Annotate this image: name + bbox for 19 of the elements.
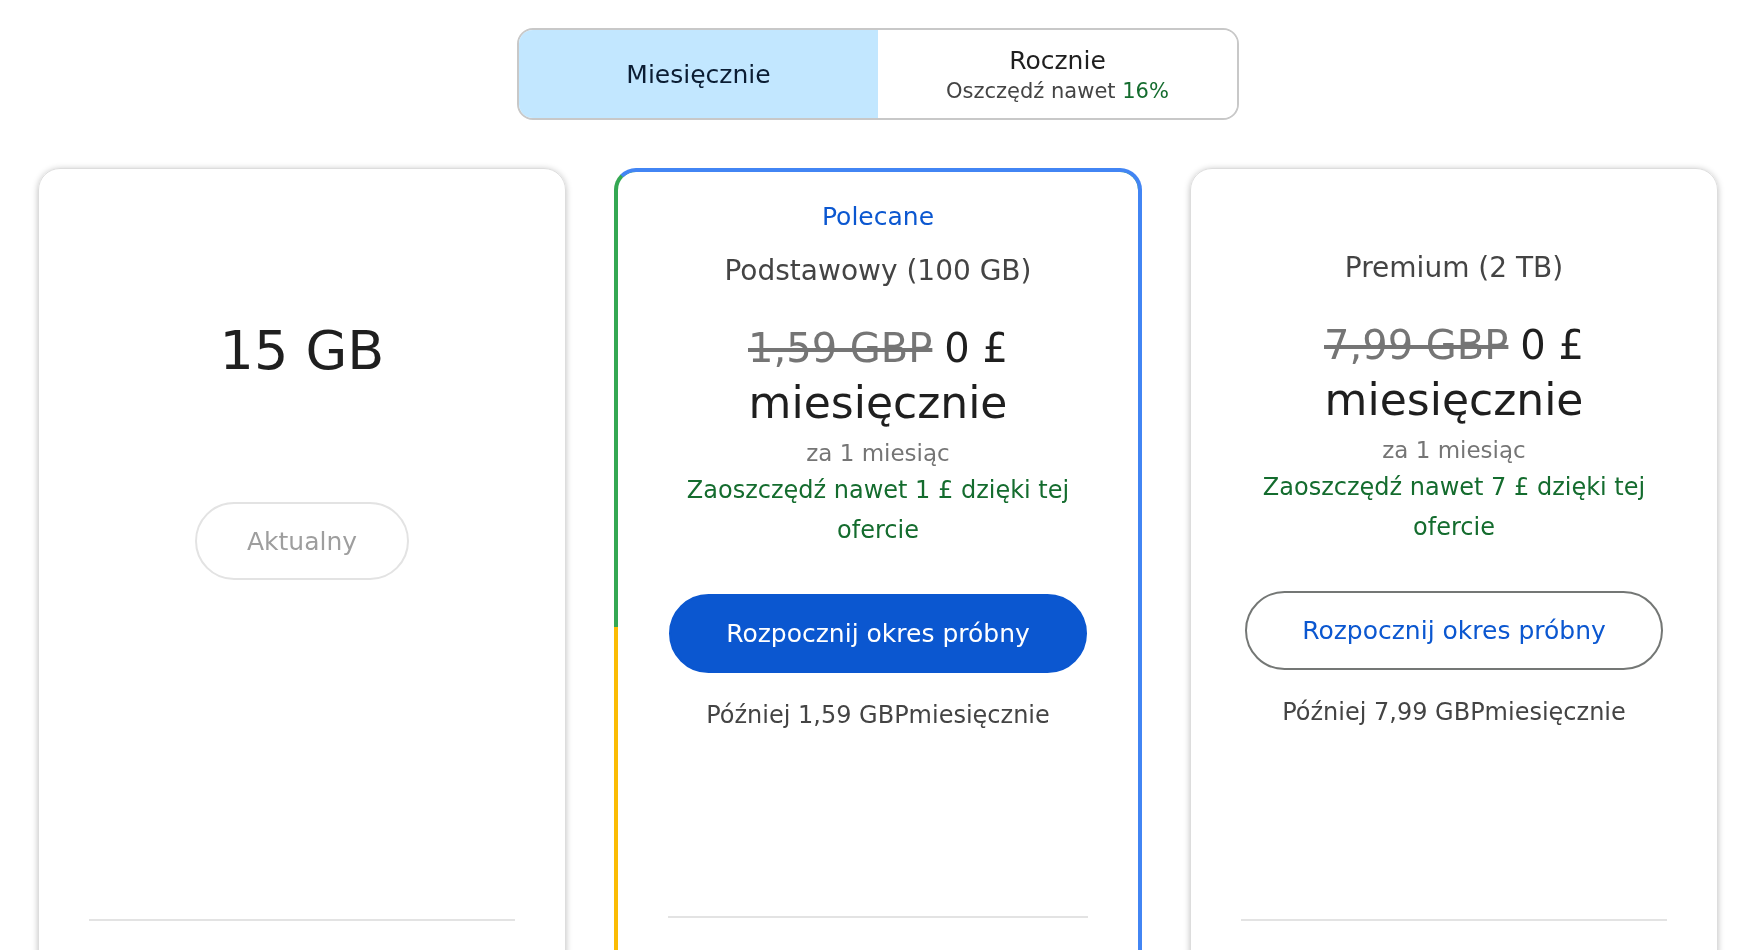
later-price: Później 1,59 GBPmiesięcznie bbox=[706, 701, 1050, 729]
billing-period: miesięcznie bbox=[748, 377, 1008, 428]
plan-title: Premium (2 TB) bbox=[1344, 251, 1564, 284]
later-price: Później 7,99 GBPmiesięcznie bbox=[1282, 698, 1626, 726]
trial-price: 0 £ bbox=[944, 325, 1008, 371]
old-price: 1,59 GBP bbox=[748, 325, 933, 371]
savings-text: Zaoszczędź nawet 7 £ dzięki tej ofercie bbox=[1261, 472, 1647, 543]
billing-period: miesięcznie bbox=[1324, 374, 1584, 425]
billing-option[interactable]: Miesięcznie bbox=[519, 30, 878, 118]
start-trial-button[interactable]: Rozpocznij okres próbny bbox=[669, 594, 1087, 673]
storage-amount: 15 GB bbox=[219, 319, 385, 382]
old-price: 7,99 GBP bbox=[1324, 322, 1509, 368]
trial-duration: za 1 miesiąc bbox=[1382, 437, 1526, 463]
recommended-label: Polecane bbox=[821, 201, 935, 231]
plan-title: Podstawowy (100 GB) bbox=[724, 254, 1032, 287]
trial-duration: za 1 miesiąc bbox=[806, 440, 950, 466]
savings-text: Zaoszczędź nawet 1 £ dzięki tej ofercie bbox=[685, 475, 1071, 546]
trial-price: 0 £ bbox=[1520, 322, 1584, 368]
start-trial-button[interactable]: Rozpocznij okres próbny bbox=[1245, 591, 1663, 670]
